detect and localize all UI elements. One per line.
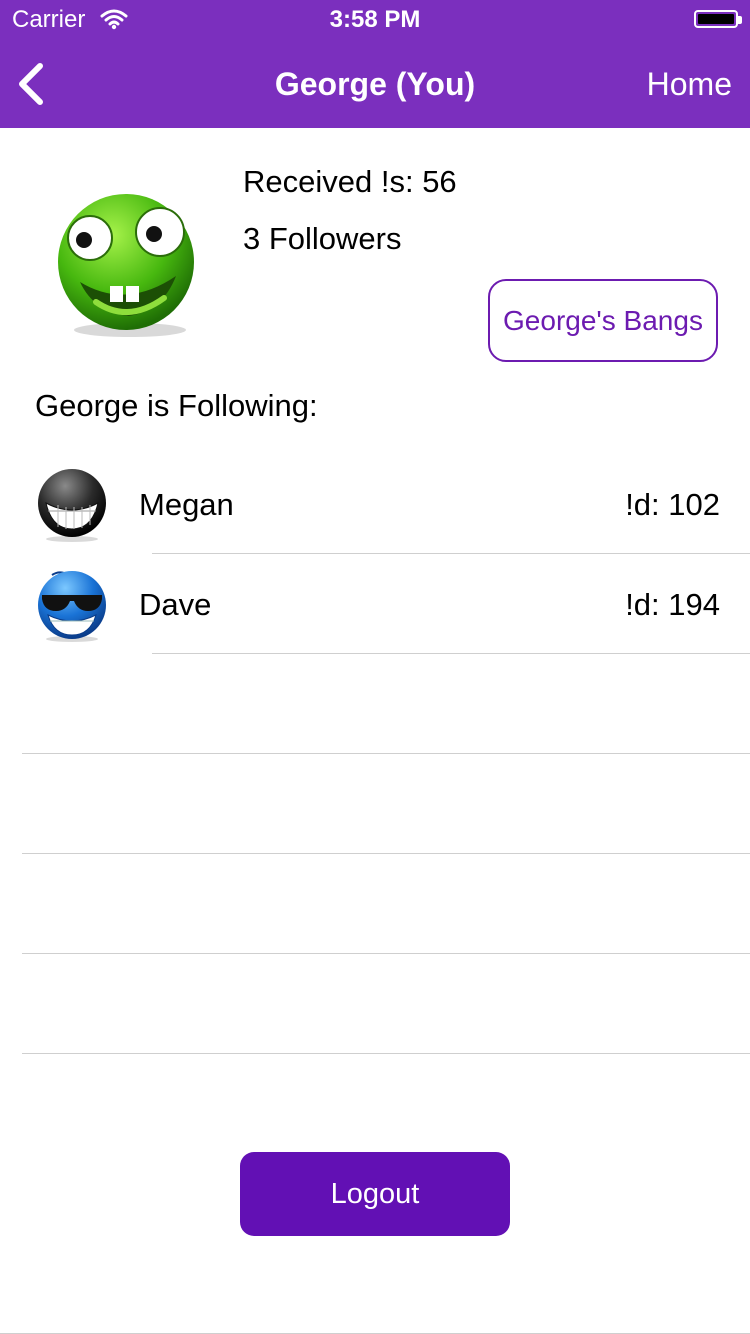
blue-sunglasses-smiley-icon — [38, 571, 106, 642]
received-count: Received !s: 56 — [243, 164, 457, 199]
following-name: Dave — [139, 587, 212, 622]
clock: 3:58 PM — [329, 6, 421, 33]
row-divider — [152, 653, 750, 654]
logout-button[interactable]: Logout — [240, 1152, 510, 1236]
list-item[interactable]: Megan !d: 102 — [0, 453, 750, 553]
row-divider — [22, 753, 750, 754]
home-button[interactable]: Home — [647, 66, 732, 103]
page-title: George (You) — [274, 66, 476, 102]
list-item[interactable]: Dave !d: 194 — [0, 553, 750, 653]
row-divider — [22, 853, 750, 854]
green-goofy-smiley-icon — [58, 194, 194, 337]
row-divider — [22, 1053, 750, 1054]
followers-count[interactable]: 3 Followers — [243, 221, 402, 257]
row-divider — [22, 953, 750, 954]
following-title: George is Following: — [35, 388, 318, 423]
following-name: Megan — [139, 487, 234, 522]
battery-icon — [694, 10, 742, 28]
bangs-button[interactable]: George's Bangs — [488, 279, 718, 362]
nav-bar: George (You) Home — [0, 40, 750, 128]
grinning-black-smiley-icon — [38, 469, 106, 542]
following-score: !d: 194 — [625, 587, 720, 622]
top-bar: Carrier 3:58 PM George (You) Home — [0, 0, 750, 128]
status-bar: Carrier 3:58 PM — [0, 0, 750, 40]
following-score: !d: 102 — [625, 487, 720, 522]
